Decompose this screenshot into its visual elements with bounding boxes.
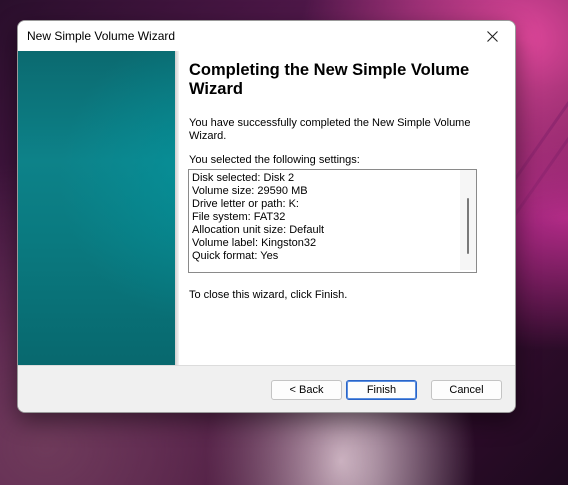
close-button[interactable] [469,21,515,51]
close-hint: To close this wizard, click Finish. [189,289,348,301]
settings-line: Disk selected: Disk 2 [192,172,295,184]
success-message: You have successfully completed the New … [189,117,471,142]
settings-line: Allocation unit size: Default [192,224,325,236]
settings-line: Quick format: Yes [192,250,279,262]
settings-intro: You selected the following settings: [189,154,360,166]
scrollbar-thumb[interactable] [467,198,469,254]
settings-scrollbar[interactable] [460,170,476,270]
settings-listbox[interactable]: Disk selected: Disk 2 Volume size: 29590… [188,169,477,273]
back-button[interactable]: < Back [271,380,342,400]
finish-button[interactable]: Finish [346,380,417,400]
wizard-footer: < Back Finish Cancel [18,365,515,412]
close-icon [486,30,498,42]
title-bar: New Simple Volume Wizard [18,21,515,51]
settings-line: Volume label: Kingston32 [192,237,317,249]
window-title: New Simple Volume Wizard [27,29,176,43]
page-heading: Completing the New Simple Volume Wizard [189,61,470,98]
banner-divider [175,51,179,365]
wizard-dialog: New Simple Volume Wizard Completing the … [17,20,516,413]
settings-line: Volume size: 29590 MB [192,185,308,197]
cancel-button[interactable]: Cancel [431,380,502,400]
settings-line: File system: FAT32 [192,211,286,223]
wizard-banner-image [18,51,175,365]
settings-list: Disk selected: Disk 2 Volume size: 29590… [192,172,324,263]
settings-line: Drive letter or path: K: [192,198,299,210]
